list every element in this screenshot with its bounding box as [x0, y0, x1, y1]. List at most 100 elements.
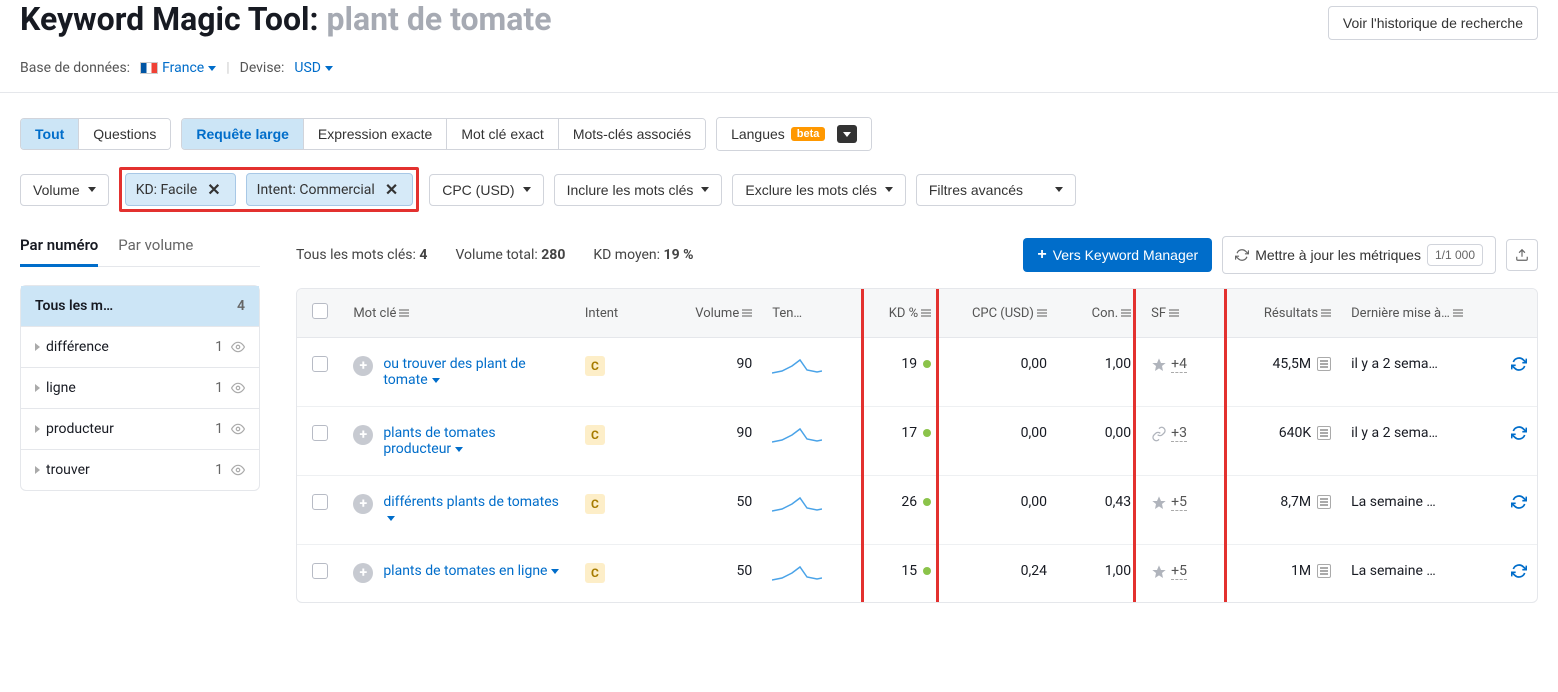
group-all[interactable]: Tous les m… 4	[21, 286, 259, 327]
cpc-value: 0,00	[941, 407, 1057, 476]
keyword-link[interactable]: plants de tomates en ligne	[383, 563, 547, 579]
updated-value: il y a 2 sema…	[1341, 407, 1499, 476]
row-checkbox[interactable]	[312, 425, 328, 441]
tab-by-number[interactable]: Par numéro	[20, 236, 98, 267]
row-checkbox[interactable]	[312, 563, 328, 579]
col-volume[interactable]: Volume	[695, 306, 739, 321]
results-value[interactable]: 640K	[1279, 425, 1331, 441]
tab-tout[interactable]: Tout	[21, 119, 79, 149]
tool-title: Keyword Magic Tool:	[20, 0, 319, 38]
keyword-link[interactable]: plants de tomates producteur	[383, 425, 495, 457]
refresh-metrics-button[interactable]: Mettre à jour les métriques 1/1 000	[1222, 236, 1496, 274]
add-keyword-button[interactable]: +	[353, 563, 373, 583]
eye-icon[interactable]	[231, 340, 245, 354]
filter-include[interactable]: Inclure les mots clés	[554, 174, 723, 206]
col-comp[interactable]: Con.	[1092, 306, 1118, 321]
col-trend[interactable]: Ten…	[772, 306, 802, 321]
export-button[interactable]	[1506, 239, 1538, 271]
tab-exact-phrase[interactable]: Expression exacte	[304, 119, 447, 149]
tab-exact-kw[interactable]: Mot clé exact	[447, 119, 558, 149]
keyword-link[interactable]: différents plants de tomates	[383, 494, 559, 510]
col-results[interactable]: Résultats	[1264, 306, 1318, 321]
tab-broad[interactable]: Requête large	[182, 119, 304, 149]
group-item[interactable]: différence 1	[21, 327, 259, 368]
close-icon[interactable]: ✕	[381, 180, 402, 199]
group-item[interactable]: trouver 1	[21, 450, 259, 490]
trend-sparkline	[772, 494, 822, 514]
trend-sparkline	[772, 425, 822, 445]
kd-value: 26	[846, 476, 941, 545]
refresh-row-button[interactable]	[1511, 356, 1527, 372]
col-intent[interactable]: Intent	[585, 306, 618, 321]
refresh-row-button[interactable]	[1511, 494, 1527, 510]
kd-value: 17	[846, 407, 941, 476]
flag-france-icon	[140, 62, 158, 74]
database-selector[interactable]: France	[140, 60, 216, 76]
table-row: +ou trouver des plant de tomateC90190,00…	[297, 338, 1537, 407]
volume-value: 90	[657, 407, 762, 476]
scope-tabs: Tout Questions	[20, 118, 171, 150]
sort-icon	[1453, 309, 1463, 317]
trend-sparkline	[772, 356, 822, 376]
eye-icon[interactable]	[231, 463, 245, 477]
results-value[interactable]: 8,7M	[1280, 494, 1331, 510]
currency-selector[interactable]: USD	[294, 60, 333, 76]
chevron-down-icon[interactable]	[551, 569, 559, 574]
updated-value: La semaine …	[1341, 545, 1499, 602]
refresh-row-button[interactable]	[1511, 425, 1527, 441]
export-icon	[1515, 248, 1529, 262]
chevron-down-icon[interactable]	[455, 447, 463, 452]
table-row: +plants de tomates en ligneC50150,241,00…	[297, 545, 1537, 602]
serp-icon	[1317, 564, 1331, 578]
filter-cpc[interactable]: CPC (USD)	[429, 174, 543, 206]
filter-advanced[interactable]: Filtres avancés	[916, 174, 1076, 206]
tab-related[interactable]: Mots-clés associés	[559, 119, 705, 149]
group-item[interactable]: ligne 1	[21, 368, 259, 409]
filter-exclude[interactable]: Exclure les mots clés	[732, 174, 905, 206]
col-kd[interactable]: KD %	[889, 306, 918, 321]
tab-by-volume[interactable]: Par volume	[118, 236, 193, 266]
chip-intent[interactable]: Intent: Commercial✕	[246, 173, 414, 206]
row-checkbox[interactable]	[312, 494, 328, 510]
add-keyword-button[interactable]: +	[353, 425, 373, 445]
chip-kd[interactable]: KD: Facile✕	[125, 173, 236, 206]
select-all-checkbox[interactable]	[312, 303, 328, 319]
keyword-link[interactable]: ou trouver des plant de tomate	[383, 356, 525, 388]
chevron-down-icon	[701, 187, 709, 192]
add-keyword-button[interactable]: +	[353, 494, 373, 514]
refresh-icon	[1235, 248, 1249, 262]
table-row: +différents plants de tomatesC50260,000,…	[297, 476, 1537, 545]
cpc-value: 0,00	[941, 476, 1057, 545]
eye-icon[interactable]	[231, 381, 245, 395]
sf-value[interactable]: +5	[1151, 563, 1187, 580]
to-keyword-manager-button[interactable]: +Vers Keyword Manager	[1023, 238, 1212, 272]
group-item[interactable]: producteur 1	[21, 409, 259, 450]
col-cpc[interactable]: CPC (USD)	[972, 306, 1034, 321]
add-keyword-button[interactable]: +	[353, 356, 373, 376]
refresh-row-button[interactable]	[1511, 563, 1527, 579]
col-sf[interactable]: SF	[1151, 306, 1166, 321]
intent-badge: C	[585, 494, 605, 514]
results-value[interactable]: 45,5M	[1273, 356, 1332, 372]
col-updated[interactable]: Dernière mise à…	[1351, 306, 1450, 321]
results-value[interactable]: 1M	[1291, 563, 1331, 579]
eye-icon[interactable]	[231, 422, 245, 436]
languages-selector[interactable]: Langues beta	[716, 117, 872, 151]
col-keyword[interactable]: Mot clé	[353, 306, 396, 321]
cpc-value: 0,24	[941, 545, 1057, 602]
row-checkbox[interactable]	[312, 356, 328, 372]
chevron-down-icon[interactable]	[432, 378, 440, 383]
sort-icon	[1321, 309, 1331, 317]
sort-icon	[742, 309, 752, 317]
volume-value: 90	[657, 338, 762, 407]
tab-questions[interactable]: Questions	[79, 119, 170, 149]
history-button[interactable]: Voir l'historique de recherche	[1328, 6, 1538, 40]
sf-value[interactable]: +3	[1151, 425, 1187, 442]
sf-value[interactable]: +5	[1151, 494, 1187, 511]
chevron-down-icon	[885, 187, 893, 192]
close-icon[interactable]: ✕	[203, 180, 224, 199]
filter-volume[interactable]: Volume	[20, 174, 109, 206]
sf-value[interactable]: +4	[1151, 356, 1187, 373]
stat-total-kw: Tous les mots clés: 4	[296, 247, 427, 263]
chevron-down-icon[interactable]	[387, 516, 395, 521]
